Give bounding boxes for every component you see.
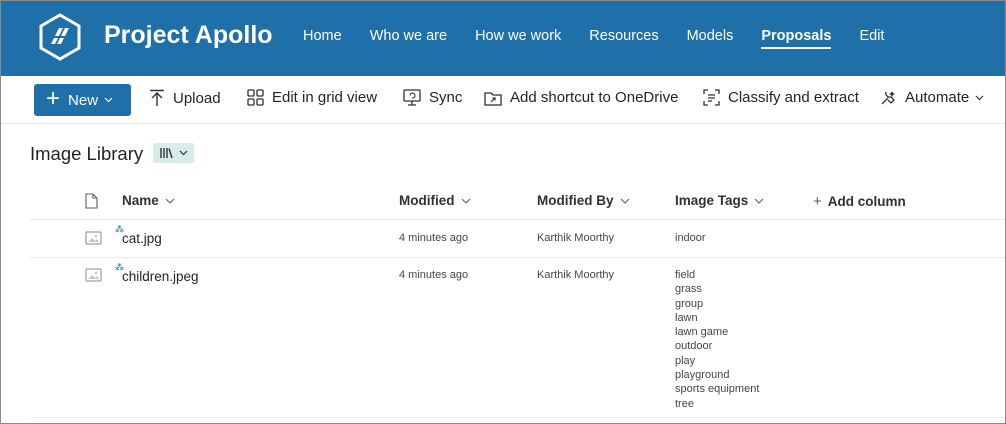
chevron-down-icon: [165, 198, 175, 204]
image-tag: outdoor: [675, 340, 713, 353]
image-tags-cell: field grass group lawn lawn game outdoor…: [675, 268, 759, 411]
chevron-down-icon: [975, 95, 984, 100]
nav-home[interactable]: Home: [303, 28, 342, 44]
classify-extract-button[interactable]: Classify and extract: [703, 89, 859, 106]
new-button[interactable]: + New: [34, 84, 131, 116]
add-shortcut-label: Add shortcut to OneDrive: [510, 89, 679, 106]
site-title[interactable]: Project Apollo: [104, 21, 273, 50]
site-header: Project Apollo Home Who we are How we wo…: [1, 1, 1005, 76]
image-tags-cell: indoor: [675, 231, 706, 245]
image-tag: indoor: [675, 232, 706, 244]
image-tag: grass: [675, 283, 702, 296]
shortcut-icon: [484, 91, 502, 106]
image-tag: sports equipment: [675, 383, 760, 396]
column-header-modified-by[interactable]: Modified By: [537, 193, 630, 208]
nav-how-we-work[interactable]: How we work: [475, 28, 561, 44]
new-button-label: New: [68, 91, 99, 109]
sync-label: Sync: [429, 89, 463, 106]
image-file-icon: [85, 231, 102, 245]
upload-button[interactable]: Upload: [149, 89, 221, 107]
site-logo-icon[interactable]: [36, 13, 84, 61]
image-file-icon: [85, 268, 102, 282]
column-header-modified[interactable]: Modified: [399, 193, 471, 208]
image-tag: group: [675, 297, 704, 310]
image-tag: playground: [675, 369, 730, 382]
grid-icon: [247, 89, 264, 106]
column-image-tags-label: Image Tags: [675, 193, 749, 208]
add-column-button[interactable]: + Add column: [813, 193, 906, 210]
modified-cell: 4 minutes ago: [399, 269, 469, 281]
nav-who-we-are[interactable]: Who we are: [370, 28, 447, 44]
add-column-label: Add column: [827, 194, 906, 209]
sync-icon: [403, 89, 421, 106]
add-shortcut-button[interactable]: Add shortcut to OneDrive: [484, 89, 678, 106]
file-type-icon[interactable]: [85, 193, 98, 209]
edit-grid-view-label: Edit in grid view: [272, 89, 378, 106]
image-tag: play: [675, 354, 696, 367]
row-divider: [30, 257, 1005, 258]
edit-grid-view-button[interactable]: Edit in grid view: [247, 89, 377, 106]
image-tag: lawn game: [675, 326, 729, 339]
automate-button[interactable]: Automate: [880, 89, 984, 106]
chevron-down-icon: [461, 198, 470, 204]
column-name-label: Name: [122, 193, 159, 208]
file-name-link[interactable]: children.jpeg: [122, 269, 199, 284]
library-title: Image Library: [30, 143, 144, 164]
chevron-down-icon: [620, 198, 629, 204]
modified-by-cell[interactable]: Karthik Moorthy: [537, 232, 614, 244]
automate-label: Automate: [905, 89, 970, 106]
upload-label: Upload: [173, 89, 221, 107]
sharepoint-window: Project Apollo Home Who we are How we wo…: [0, 0, 1006, 424]
chevron-down-icon: [104, 97, 113, 103]
file-name-link[interactable]: cat.jpg: [122, 231, 162, 246]
library-icon: [159, 148, 173, 159]
column-header-image-tags[interactable]: Image Tags: [675, 193, 764, 208]
column-modified-label: Modified: [399, 193, 455, 208]
nav-edit[interactable]: Edit: [859, 28, 884, 44]
modified-by-cell[interactable]: Karthik Moorthy: [537, 269, 614, 281]
column-modified-by-label: Modified By: [537, 193, 614, 208]
chevron-down-icon: [754, 198, 764, 204]
header-divider: [30, 219, 1005, 220]
automate-icon: [881, 91, 895, 105]
nav-resources[interactable]: Resources: [589, 28, 658, 44]
sync-button[interactable]: Sync: [403, 89, 462, 106]
image-tag: lawn: [675, 311, 698, 324]
classify-extract-label: Classify and extract: [728, 89, 859, 106]
top-nav: Home Who we are How we work Resources Mo…: [303, 28, 912, 49]
plus-icon: +: [813, 193, 822, 210]
classify-icon: [703, 89, 720, 106]
nav-proposals[interactable]: Proposals: [761, 28, 832, 49]
chevron-down-icon: [179, 150, 187, 156]
image-tag: field: [675, 269, 696, 281]
upload-icon: [150, 89, 164, 106]
modified-cell: 4 minutes ago: [399, 232, 469, 244]
nav-models[interactable]: Models: [687, 28, 734, 44]
plus-icon: +: [46, 85, 61, 112]
view-switcher[interactable]: [153, 143, 194, 163]
row-divider: [30, 417, 1005, 418]
column-header-name[interactable]: Name: [122, 193, 175, 208]
command-bar: + New Upload Edit in grid view Sync Add …: [1, 76, 1005, 124]
image-tag: tree: [675, 397, 694, 410]
